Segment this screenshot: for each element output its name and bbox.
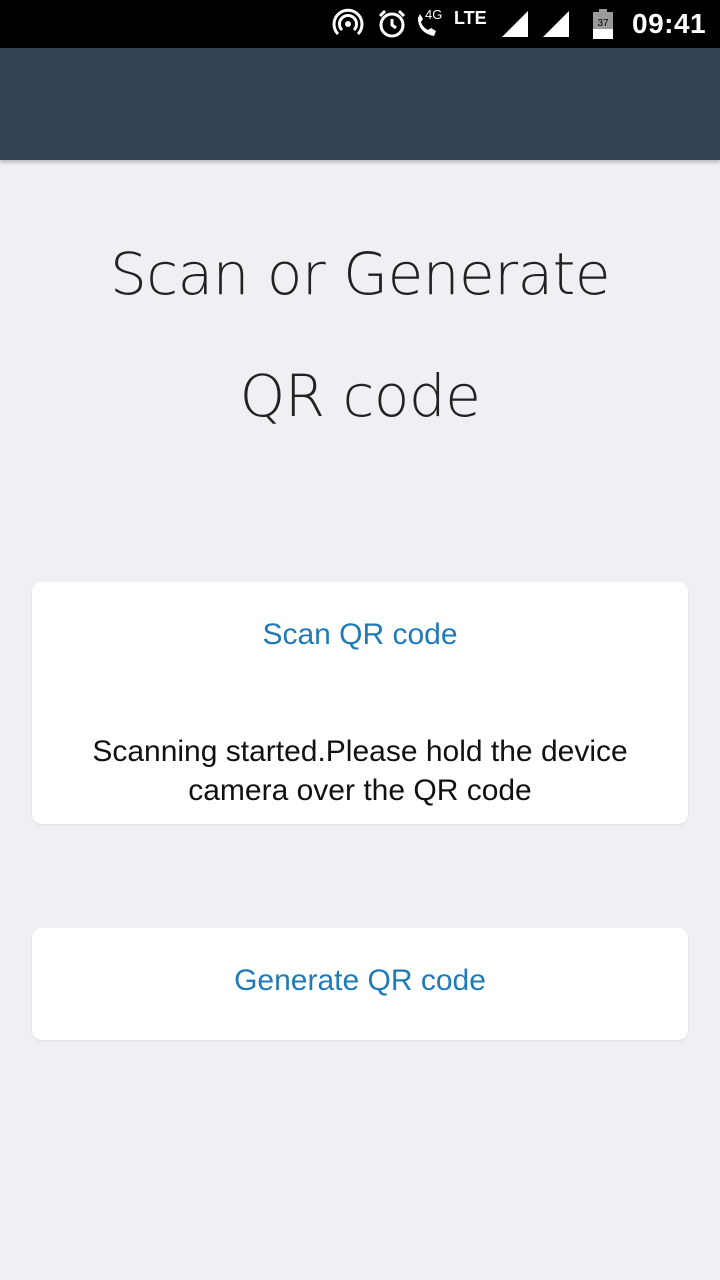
signal-icon	[500, 0, 530, 48]
scan-status-message: Scanning started.Please hold the device …	[92, 735, 628, 807]
page-title-line1: Scan or Generate	[109, 240, 611, 308]
battery-level: 37	[597, 18, 609, 29]
app-bar	[0, 48, 720, 160]
page-title-line2: QR code	[239, 362, 481, 430]
scan-card: Scan QR code Scanning started.Please hol…	[32, 582, 688, 824]
signal-icon	[541, 0, 571, 48]
status-bar: 4G LTE 37 09:41	[0, 0, 720, 48]
scan-qr-button[interactable]: Scan QR code	[32, 618, 688, 652]
generate-qr-button[interactable]: Generate QR code	[32, 964, 688, 998]
clock-time: 09:41	[632, 8, 707, 39]
alarm-icon	[376, 0, 408, 48]
generate-card: Generate QR code	[32, 928, 688, 1040]
hotspot-icon	[332, 0, 364, 48]
network-lte-label: LTE	[454, 7, 487, 28]
battery-icon: 37	[592, 0, 614, 48]
network-4g-label: 4G	[425, 6, 443, 22]
